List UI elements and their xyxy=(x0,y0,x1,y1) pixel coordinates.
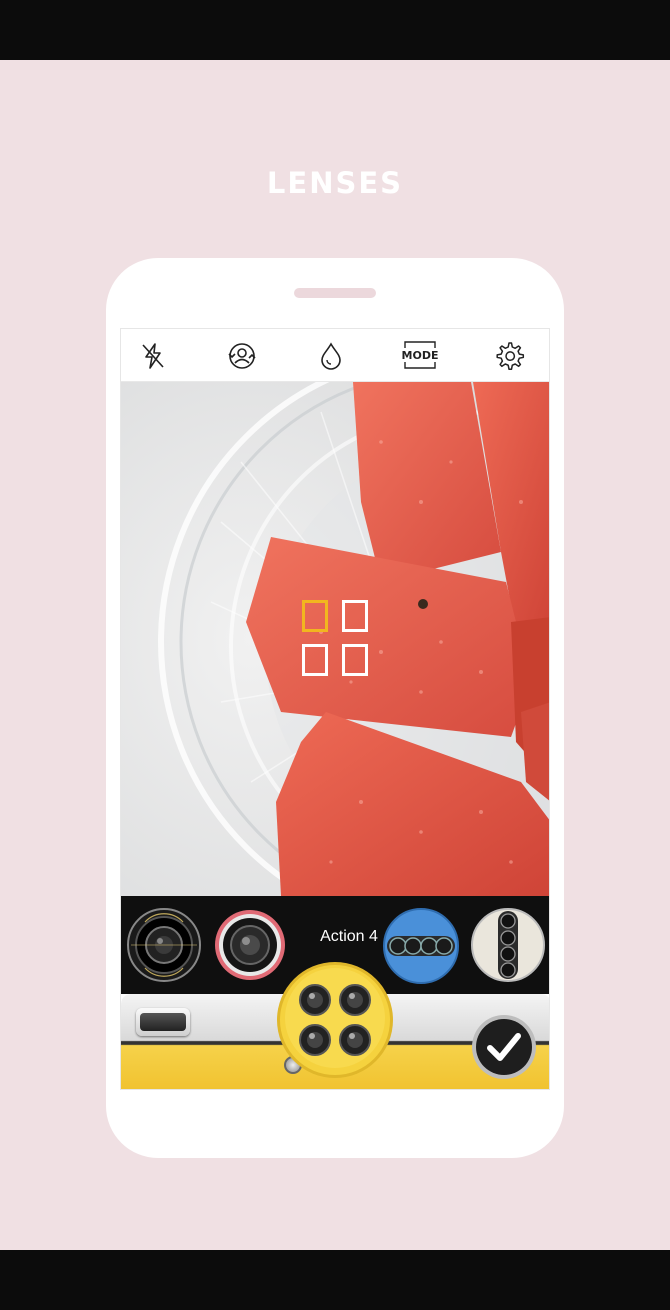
focus-cell-1[interactable] xyxy=(302,600,328,632)
page-title: LENSES xyxy=(266,166,404,200)
filter-button[interactable] xyxy=(313,338,349,374)
check-icon[interactable] xyxy=(471,1014,537,1080)
mode-button[interactable]: MODE xyxy=(402,340,438,370)
phone-frame: MODE Action 4 xyxy=(106,258,564,1158)
settings-button[interactable] xyxy=(491,338,527,374)
navigation-bar xyxy=(0,1250,670,1310)
flash-toggle-button[interactable] xyxy=(135,338,171,374)
gear-icon xyxy=(496,342,525,370)
focus-cell-3[interactable] xyxy=(302,644,328,676)
mode-frame-icon xyxy=(404,341,436,369)
vertical-quad-lens-icon[interactable] xyxy=(471,906,545,984)
drop-icon xyxy=(321,342,341,370)
camera-control-bar xyxy=(121,962,549,1089)
focus-cell-4[interactable] xyxy=(342,644,368,676)
phone-speaker xyxy=(294,288,376,298)
camera-switch-icon xyxy=(228,343,256,369)
quad-lens-shutter-icon[interactable] xyxy=(275,960,395,1080)
sprocket-lens-icon[interactable] xyxy=(127,908,201,982)
flash-off-icon xyxy=(142,343,164,369)
camera-screen: MODE Action 4 xyxy=(120,328,550,1090)
capture-mode-switch[interactable] xyxy=(136,1008,190,1036)
focus-grid xyxy=(302,600,372,680)
focus-cell-2[interactable] xyxy=(342,600,368,632)
switch-knob xyxy=(140,1013,186,1031)
status-bar xyxy=(0,0,670,60)
camera-viewfinder[interactable] xyxy=(121,382,549,896)
camera-toolbar: MODE xyxy=(121,329,549,382)
camera-switch-button[interactable] xyxy=(224,338,260,374)
